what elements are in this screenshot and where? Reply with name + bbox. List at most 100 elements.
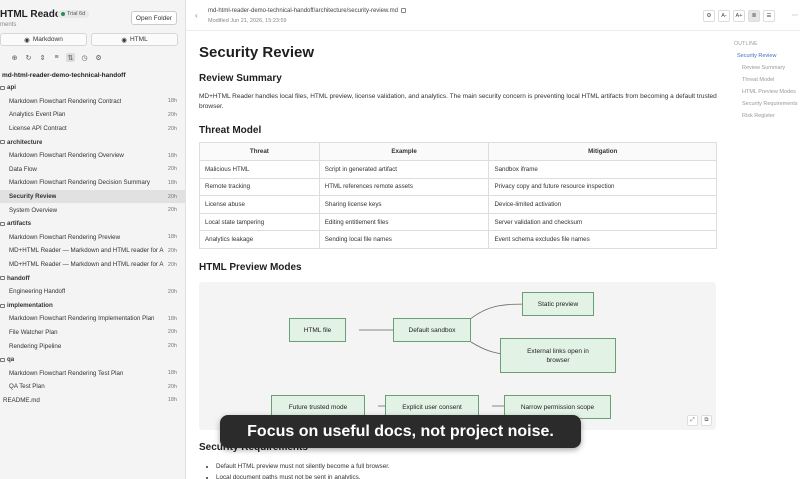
node-html-file: HTML file: [289, 318, 346, 342]
flowchart: HTML file Default sandbox Static preview…: [199, 282, 716, 430]
tree-item-age: 20h: [167, 207, 177, 214]
table-row: Remote tracking HTML references remote as…: [199, 177, 717, 197]
tree-file[interactable]: System Overview 20h: [0, 203, 185, 217]
tree-file[interactable]: MD+HTML Reader — Markdown and HTML reade…: [0, 244, 185, 258]
folder-icon: [0, 140, 5, 145]
html-mode-button[interactable]: ◉ HTML: [91, 33, 178, 46]
tree-item-age: 18h: [167, 152, 177, 159]
table-cell: Device-limited activation: [488, 195, 717, 214]
tree-item-label: implementation: [7, 301, 53, 309]
status-dot-icon: [61, 12, 65, 16]
tree-item-age: 18h: [167, 370, 177, 377]
caption-toast: Focus on useful docs, not project noise.: [220, 415, 581, 448]
tree-item-label: qa: [7, 356, 15, 364]
tree-folder[interactable]: api: [0, 81, 185, 95]
tree-file[interactable]: Rendering Pipeline 20h: [0, 339, 185, 353]
table-header-cell: Mitigation: [488, 142, 717, 161]
tree-file[interactable]: Security Review 20h: [0, 189, 185, 204]
table-cell: Privacy copy and future resource inspect…: [488, 177, 717, 197]
heading-threat-model: Threat Model: [199, 125, 262, 136]
chevron-left-icon[interactable]: ‹: [195, 11, 198, 20]
tree-file[interactable]: Markdown Flowchart Rendering Implementat…: [0, 312, 185, 326]
gear-icon[interactable]: ⚙: [703, 10, 715, 22]
outline-heading: OUTLINE: [734, 41, 758, 47]
tree-file[interactable]: License API Contract 20h: [0, 122, 185, 136]
outline-item[interactable]: HTML Preview Modes: [742, 89, 796, 95]
node-default-sandbox: Default sandbox: [393, 318, 471, 342]
tree-file[interactable]: Data Flow 20h: [0, 163, 185, 177]
table-cell: Local state tampering: [199, 212, 320, 232]
tree-item-label: Analytics Event Plan: [9, 111, 66, 119]
tree-file[interactable]: README.md 18h: [0, 394, 185, 408]
outline-item[interactable]: Review Summary: [742, 65, 785, 71]
tree-file[interactable]: Markdown Flowchart Rendering Preview 18h: [0, 231, 185, 245]
trial-badge: Trial 6d: [57, 10, 90, 18]
font-smaller-button[interactable]: A-: [718, 10, 730, 22]
target-icon[interactable]: ⊕: [10, 53, 19, 62]
outline-item[interactable]: Risk Register: [742, 113, 775, 119]
document-header: ‹ md-html-reader-demo-technical-handoff/…: [186, 0, 800, 31]
tree-file[interactable]: QA Test Plan 20h: [0, 380, 185, 394]
heading-review-summary: Review Summary: [199, 73, 282, 84]
tree-item-label: Markdown Flowchart Rendering Test Plan: [9, 369, 124, 377]
tree-file[interactable]: Markdown Flowchart Rendering Contract 18h: [0, 95, 185, 109]
clock-icon[interactable]: ◷: [80, 53, 89, 62]
settings-icon[interactable]: ⚙: [94, 53, 103, 62]
tree-file[interactable]: MD+HTML Reader — Markdown and HTML reade…: [0, 258, 185, 272]
table-row: Analytics leakage Sending local file name…: [199, 230, 717, 249]
tree-item-label: Markdown Flowchart Rendering Preview: [9, 233, 121, 241]
file-path: md-html-reader-demo-technical-handoff/ar…: [208, 8, 406, 14]
tree-item-age: 20h: [167, 166, 177, 173]
app-subtitle: ments: [0, 22, 17, 28]
tree-file[interactable]: Markdown Flowchart Rendering Overview 18h: [0, 149, 185, 163]
folder-icon: [0, 86, 5, 90]
folder-icon: [0, 303, 5, 308]
tree-item-label: Data Flow: [9, 165, 37, 173]
requirements-list: Default HTML preview must not silently b…: [216, 462, 390, 479]
tree-folder[interactable]: handoff: [0, 271, 185, 285]
tree-file[interactable]: Markdown Flowchart Rendering Decision Su…: [0, 176, 185, 190]
table-body: Malicious HTML Script in generated artifa…: [199, 160, 717, 249]
folder-icon: [0, 357, 5, 362]
tree-file[interactable]: Engineering Handoff 20h: [0, 285, 185, 299]
tree-folder[interactable]: artifacts: [0, 217, 185, 231]
table-cell: Sharing license keys: [318, 195, 490, 214]
table-cell: Analytics leakage: [199, 230, 320, 249]
tree-item-age: 20h: [167, 193, 177, 200]
tree-item-label: Engineering Handoff: [9, 288, 66, 296]
copy-icon[interactable]: [400, 8, 406, 13]
tree-file[interactable]: Analytics Event Plan 20h: [0, 108, 185, 122]
tree-file[interactable]: File Watcher Plan 20h: [0, 326, 185, 340]
expand-icon[interactable]: ⇕: [38, 53, 47, 62]
file-tree: api Markdown Flowchart Rendering Contract…: [0, 81, 185, 408]
outline-item[interactable]: Threat Model: [742, 77, 774, 83]
outline-item[interactable]: Security Requirements: [742, 101, 798, 107]
table-header-row: Threat Example Mitigation: [199, 142, 717, 161]
refresh-icon[interactable]: ↻: [24, 53, 33, 62]
tree-item-label: api: [7, 84, 16, 92]
sidebar: HTML Reader Trial 6d ments Open Folder ◉…: [0, 0, 186, 479]
root-folder[interactable]: md-html-reader-demo-technical-handoff: [2, 72, 126, 79]
tree-item-label: Security Review: [9, 193, 57, 201]
table-cell: Remote tracking: [199, 177, 320, 197]
tree-item-age: 18h: [167, 98, 177, 105]
tree-item-age: 20h: [167, 288, 177, 295]
tree-item-label: Markdown Flowchart Rendering Contract: [9, 97, 122, 105]
outline-item[interactable]: Security Review: [737, 53, 776, 59]
tree-item-label: handoff: [7, 274, 30, 282]
filter-icon[interactable]: ⇅: [66, 53, 75, 62]
markdown-mode-button[interactable]: ◉ Markdown: [0, 33, 87, 46]
node-static-preview: Static preview: [522, 292, 594, 316]
collapse-icon[interactable]: ≡: [52, 53, 61, 62]
tree-item-age: 20h: [167, 383, 177, 390]
list-item: Local document paths must not be sent in…: [216, 473, 390, 479]
copy-diagram-icon[interactable]: ⧉: [701, 415, 712, 426]
tree-folder[interactable]: qa: [0, 353, 185, 367]
tree-file[interactable]: Markdown Flowchart Rendering Test Plan 18…: [0, 366, 185, 380]
expand-diagram-icon[interactable]: ⤢: [687, 415, 698, 426]
tree-folder[interactable]: architecture: [0, 135, 185, 149]
open-folder-button[interactable]: Open Folder: [131, 11, 177, 25]
table-header-cell: Example: [318, 142, 490, 161]
tree-folder[interactable]: implementation: [0, 299, 185, 313]
tree-item-label: QA Test Plan: [9, 383, 45, 391]
